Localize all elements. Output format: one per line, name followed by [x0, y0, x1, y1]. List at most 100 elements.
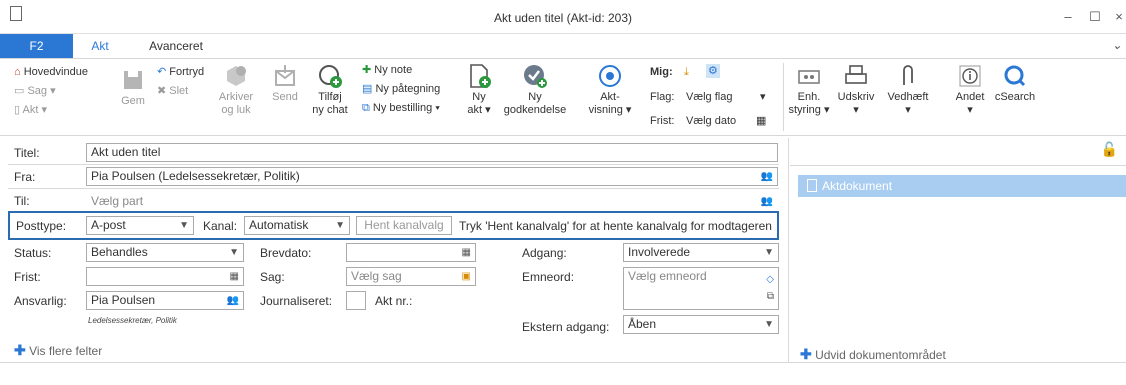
contacts-icon[interactable]: 👥	[761, 168, 773, 185]
ny-note-button[interactable]: ✚ Ny note	[362, 63, 412, 77]
fra-field[interactable]: Pia Poulsen (Ledelsessekretær, Politik) …	[86, 167, 778, 186]
tab-avanceret[interactable]: Avanceret	[131, 34, 221, 58]
brevdato-field[interactable]: ▦	[346, 243, 476, 262]
mig-label: Mig:	[650, 66, 673, 78]
ny-bestilling-button[interactable]: ⧉ Ny bestilling ▾	[362, 101, 440, 115]
undo-icon: ↶	[157, 66, 167, 78]
ny-note-label: Ny note	[374, 64, 413, 76]
case-folder-icon[interactable]: ▣	[462, 268, 471, 285]
info-icon	[959, 65, 981, 87]
kanal-select[interactable]: Automatisk ▼	[244, 216, 350, 235]
home-icon: ⌂	[14, 66, 21, 78]
envelope-icon	[275, 65, 295, 86]
fortryd-label: Fortryd	[169, 66, 205, 78]
minimize-button[interactable]: –	[1061, 10, 1075, 24]
vis-flere-label: Vis flere felter	[29, 344, 103, 358]
vis-flere-felter-link[interactable]: ✚ Vis flere felter	[14, 342, 102, 359]
kanal-hint: Tryk 'Hent kanalvalg' for at hente kanal…	[459, 219, 772, 233]
journaliseret-checkbox[interactable]	[346, 291, 366, 310]
ny-godkendelse-label-1: Ny	[528, 91, 542, 103]
akt-visning-label-2: visning ▾	[588, 104, 632, 116]
enh-label-1: Enh.	[797, 91, 821, 103]
eye-icon	[599, 65, 621, 87]
til-label: Til:	[14, 194, 30, 208]
chevron-down-icon: ▼	[179, 220, 189, 231]
csearch-icon	[1004, 65, 1026, 87]
ribbon-tabs: F2 Akt Avanceret ⌄	[0, 34, 1126, 58]
ny-godkendelse-button[interactable]: Ny godkendelse	[500, 63, 570, 117]
page-icon	[807, 179, 817, 192]
status-select[interactable]: Behandles ▼	[86, 243, 244, 262]
udskriv-dropdown-icon: ▾	[853, 104, 859, 116]
vedhaeft-button[interactable]: Vedhæft ▾	[884, 63, 932, 117]
aktdokument-item[interactable]: Aktdokument	[798, 175, 1126, 197]
akt-visning-button[interactable]: Akt- visning ▾	[586, 63, 634, 117]
mig-download-icon[interactable]: ⤓	[684, 65, 689, 79]
vedhaeft-dropdown-icon: ▾	[905, 104, 911, 116]
send-button[interactable]: Send	[268, 63, 302, 104]
mig-settings-icon[interactable]: ⚙	[706, 64, 720, 78]
udvid-dokumentomraadet-link[interactable]: ✚ Udvid dokumentområdet	[800, 346, 946, 363]
flag-select[interactable]: Vælg flag	[686, 90, 732, 104]
new-document-icon	[470, 64, 491, 88]
hovedvindue-button[interactable]: ⌂ Hovedvindue	[14, 65, 88, 79]
flag-dropdown-icon[interactable]: ▾	[760, 90, 766, 104]
sag-field[interactable]: Vælg sag ▣	[346, 267, 476, 286]
ny-paategning-button[interactable]: ▤ Ny påtegning	[362, 82, 440, 96]
recipients-icon[interactable]: 👥	[761, 193, 773, 210]
emneord-placeholder: Vælg emneord	[628, 269, 707, 283]
arkiver-og-luk-button[interactable]: Arkiver og luk	[216, 63, 256, 117]
divider	[8, 188, 779, 189]
emneord-field[interactable]: Vælg emneord ◇ ⧉	[623, 267, 779, 310]
expand-icon[interactable]: ⧉	[767, 288, 774, 305]
sag-menu-button[interactable]: ▭ Sag ▾	[14, 84, 56, 98]
ansvarlig-field[interactable]: Pia Poulsen 👥	[86, 291, 244, 310]
page-icon: ▯	[14, 104, 21, 116]
gem-button[interactable]: Gem	[116, 67, 150, 108]
arkiver-label: Arkiver	[218, 91, 254, 103]
calendar-icon[interactable]: ▦	[462, 244, 471, 261]
udskriv-button[interactable]: Udskriv ▾	[834, 63, 878, 117]
window-title: Akt uden titel (Akt-id: 203)	[493, 11, 633, 25]
frist-field[interactable]: ▦	[86, 267, 244, 286]
tab-akt[interactable]: Akt	[77, 34, 123, 58]
til-placeholder: Vælg part	[91, 194, 144, 208]
calendar-icon[interactable]: ▦	[230, 268, 239, 285]
kanal-label: Kanal:	[203, 219, 238, 233]
maximize-button[interactable]: ☐	[1088, 10, 1102, 24]
tab-f2[interactable]: F2	[0, 34, 73, 58]
annotation-icon: ▤	[362, 83, 373, 95]
pin-ribbon-icon[interactable]: ⌄	[1112, 38, 1122, 52]
posttype-select[interactable]: A-post ▼	[86, 216, 194, 235]
divider	[790, 165, 1126, 166]
til-field[interactable]: Vælg part 👥	[86, 192, 778, 211]
journaliseret-label: Journaliseret:	[260, 294, 333, 308]
ekstern-adgang-select[interactable]: Åben ▼	[623, 315, 779, 334]
csearch-button[interactable]: cSearch	[992, 63, 1038, 104]
calendar-icon[interactable]: ▦	[756, 114, 766, 128]
andet-button[interactable]: Andet ▾	[950, 63, 990, 117]
akt-menu-button[interactable]: ▯ Akt ▾	[14, 103, 47, 117]
fortryd-button[interactable]: ↶ Fortryd	[157, 65, 204, 79]
panel-divider	[788, 138, 789, 362]
slet-button[interactable]: ✖ Slet	[157, 84, 188, 98]
akt-visning-label-1: Akt-	[600, 91, 620, 103]
enh-styring-button[interactable]: Enh. styring ▾	[788, 63, 830, 117]
approval-icon	[524, 65, 547, 88]
titel-field[interactable]: Akt uden titel	[86, 143, 778, 162]
tag-icon[interactable]: ◇	[766, 271, 774, 288]
hent-kanalvalg-button[interactable]: Hent kanalvalg	[356, 216, 452, 235]
tilfoej-ny-chat-button[interactable]: Tilføj ny chat	[306, 63, 354, 117]
adgang-select[interactable]: Involverede ▼	[623, 243, 779, 262]
ansvarlig-subtitle: Ledelsessekretær, Politik	[88, 316, 177, 325]
ribbon-separator	[783, 63, 784, 131]
gem-label: Gem	[121, 95, 145, 107]
ny-akt-button[interactable]: Ny akt ▾	[462, 63, 496, 117]
chevron-down-icon: ▼	[229, 247, 239, 258]
lock-icon[interactable]: 🔓	[1101, 141, 1118, 158]
flag-label: Flag:	[650, 91, 675, 103]
frist-date-picker[interactable]: Vælg dato	[686, 114, 736, 128]
person-icon[interactable]: 👥	[227, 292, 239, 309]
ekstern-adgang-value: Åben	[628, 317, 657, 331]
close-button[interactable]: ×	[1112, 10, 1126, 24]
